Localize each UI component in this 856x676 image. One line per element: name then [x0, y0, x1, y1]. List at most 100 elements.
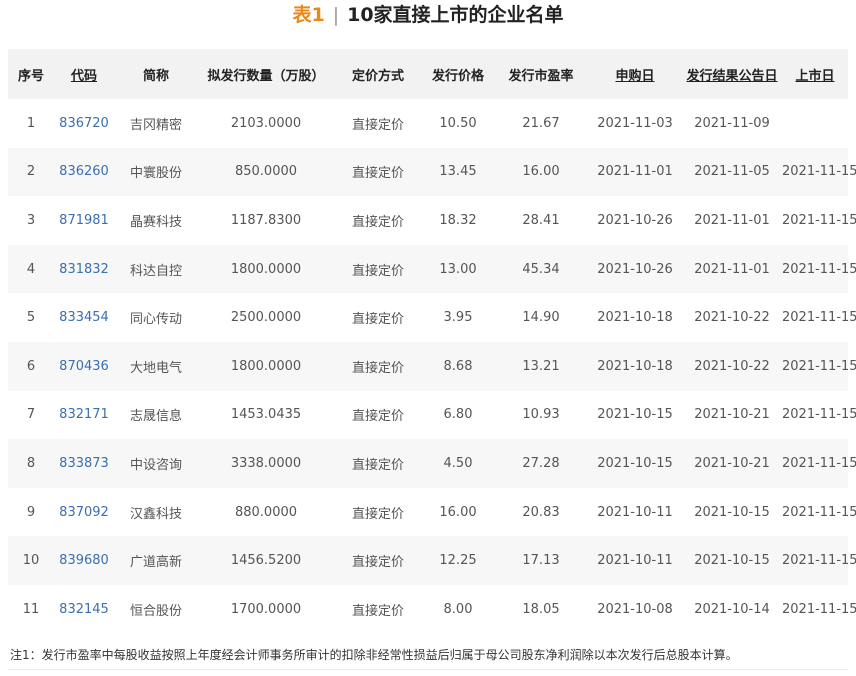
cell-result-announcement-date: 2021-10-14 [682, 584, 782, 634]
cell-subscription-date: 2021-10-15 [588, 439, 682, 488]
cell-subscription-date: 2021-10-26 [588, 244, 682, 294]
cell-index: 1 [8, 99, 54, 148]
cell-subscription-date: 2021-10-18 [588, 341, 682, 391]
cell-listing-date: 2021-11-15 [782, 487, 856, 537]
cell-pricing-method: 直接定价 [334, 293, 422, 342]
cell-short-name: 晶赛科技 [114, 196, 198, 245]
cell-code[interactable]: 839680 [54, 536, 114, 585]
cell-issue-quantity: 2500.0000 [198, 293, 334, 342]
cell-pricing-method: 直接定价 [334, 196, 422, 245]
table-row: 7 832171 志晟信息 1453.0435 直接定价 6.80 10.93 2021-10… [8, 390, 856, 440]
cell-subscription-date: 2021-10-26 [588, 196, 682, 245]
table-row: 5 833454 同心传动 2500.0000 直接定价 3.95 14.90 2021-10… [8, 293, 856, 342]
title-separator: | [332, 4, 340, 26]
cell-issue-quantity: 1700.0000 [198, 584, 334, 634]
header-pricing-method: 定价方式 [334, 49, 422, 99]
cell-index: 7 [8, 390, 54, 440]
listing-table-container: 序号 代码 简称 拟发行数量（万股） 定价方式 发行价格 发行市盈率 申购日 发… [8, 49, 856, 635]
cell-subscription-date: 2021-11-01 [588, 147, 682, 197]
cell-pe-ratio: 27.28 [494, 439, 588, 488]
cell-pricing-method: 直接定价 [334, 584, 422, 634]
cell-pricing-method: 直接定价 [334, 390, 422, 440]
header-index: 序号 [8, 49, 54, 99]
cell-result-announcement-date: 2021-10-15 [682, 536, 782, 585]
cell-issue-quantity: 880.0000 [198, 487, 334, 537]
cell-result-announcement-date: 2021-10-21 [682, 390, 782, 440]
cell-code[interactable]: 833873 [54, 439, 114, 488]
cell-short-name: 恒合股份 [114, 584, 198, 634]
divider [8, 669, 848, 670]
cell-issue-quantity: 850.0000 [198, 147, 334, 197]
cell-result-announcement-date: 2021-11-09 [682, 99, 782, 148]
cell-issue-quantity: 3338.0000 [198, 439, 334, 488]
cell-listing-date: 2021-11-15 [782, 536, 856, 585]
cell-result-announcement-date: 2021-10-22 [682, 341, 782, 391]
table-row: 10 839680 广道高新 1456.5200 直接定价 12.25 17.13 2021-… [8, 536, 856, 585]
cell-pricing-method: 直接定价 [334, 487, 422, 537]
cell-pricing-method: 直接定价 [334, 147, 422, 197]
cell-pe-ratio: 10.93 [494, 390, 588, 440]
cell-issue-quantity: 1800.0000 [198, 244, 334, 294]
cell-pricing-method: 直接定价 [334, 99, 422, 148]
cell-issue-price: 4.50 [422, 439, 494, 488]
table-row: 6 870436 大地电气 1800.0000 直接定价 8.68 13.21 2021-10… [8, 341, 856, 391]
cell-issue-price: 12.25 [422, 536, 494, 585]
cell-issue-price: 13.00 [422, 244, 494, 294]
cell-pe-ratio: 21.67 [494, 99, 588, 148]
cell-issue-price: 10.50 [422, 99, 494, 148]
cell-code[interactable]: 832171 [54, 390, 114, 440]
header-result-announcement-date[interactable]: 发行结果公告日 [682, 49, 782, 99]
header-code[interactable]: 代码 [54, 49, 114, 99]
cell-code[interactable]: 836260 [54, 147, 114, 197]
cell-code[interactable]: 837092 [54, 487, 114, 537]
table-title-text: 10家直接上市的企业名单 [347, 4, 564, 26]
header-issue-price: 发行价格 [422, 49, 494, 99]
cell-short-name: 汉鑫科技 [114, 487, 198, 537]
cell-index: 5 [8, 293, 54, 342]
cell-code[interactable]: 833454 [54, 293, 114, 342]
cell-issue-quantity: 1456.5200 [198, 536, 334, 585]
cell-listing-date: 2021-11-15 [782, 584, 856, 634]
cell-short-name: 同心传动 [114, 293, 198, 342]
cell-issue-price: 13.45 [422, 147, 494, 197]
cell-short-name: 志晟信息 [114, 390, 198, 440]
cell-code[interactable]: 831832 [54, 244, 114, 294]
cell-short-name: 科达自控 [114, 244, 198, 294]
cell-short-name: 中寰股份 [114, 147, 198, 197]
cell-index: 3 [8, 196, 54, 245]
cell-listing-date [782, 99, 848, 148]
cell-subscription-date: 2021-10-15 [588, 390, 682, 440]
cell-short-name: 大地电气 [114, 341, 198, 391]
cell-result-announcement-date: 2021-11-01 [682, 244, 782, 294]
cell-short-name: 广道高新 [114, 536, 198, 585]
header-short-name: 简称 [114, 49, 198, 99]
cell-listing-date: 2021-11-15 [782, 293, 856, 342]
cell-code[interactable]: 836720 [54, 99, 114, 148]
cell-result-announcement-date: 2021-10-22 [682, 293, 782, 342]
cell-listing-date: 2021-11-15 [782, 439, 856, 488]
cell-subscription-date: 2021-10-11 [588, 487, 682, 537]
cell-subscription-date: 2021-10-08 [588, 584, 682, 634]
listing-table: 序号 代码 简称 拟发行数量（万股） 定价方式 发行价格 发行市盈率 申购日 发… [8, 49, 856, 634]
cell-index: 11 [8, 584, 54, 634]
cell-code[interactable]: 871981 [54, 196, 114, 245]
cell-issue-price: 18.32 [422, 196, 494, 245]
cell-code[interactable]: 870436 [54, 341, 114, 391]
header-subscription-date[interactable]: 申购日 [588, 49, 682, 99]
cell-pe-ratio: 14.90 [494, 293, 588, 342]
cell-issue-price: 16.00 [422, 487, 494, 537]
cell-pe-ratio: 45.34 [494, 244, 588, 294]
cell-code[interactable]: 832145 [54, 584, 114, 634]
cell-issue-quantity: 1453.0435 [198, 390, 334, 440]
cell-pricing-method: 直接定价 [334, 341, 422, 391]
header-listing-date[interactable]: 上市日 [782, 49, 848, 99]
cell-short-name: 吉冈精密 [114, 99, 198, 148]
cell-result-announcement-date: 2021-10-15 [682, 487, 782, 537]
cell-issue-price: 8.00 [422, 584, 494, 634]
cell-issue-quantity: 1800.0000 [198, 341, 334, 391]
header-issue-quantity: 拟发行数量（万股） [198, 49, 334, 99]
cell-index: 9 [8, 487, 54, 537]
cell-issue-quantity: 1187.8300 [198, 196, 334, 245]
cell-issue-price: 6.80 [422, 390, 494, 440]
footnote: 注1：发行市盈率中每股收益按照上年度经会计师事务所审计的扣除非经常性损益后归属于… [10, 648, 738, 662]
